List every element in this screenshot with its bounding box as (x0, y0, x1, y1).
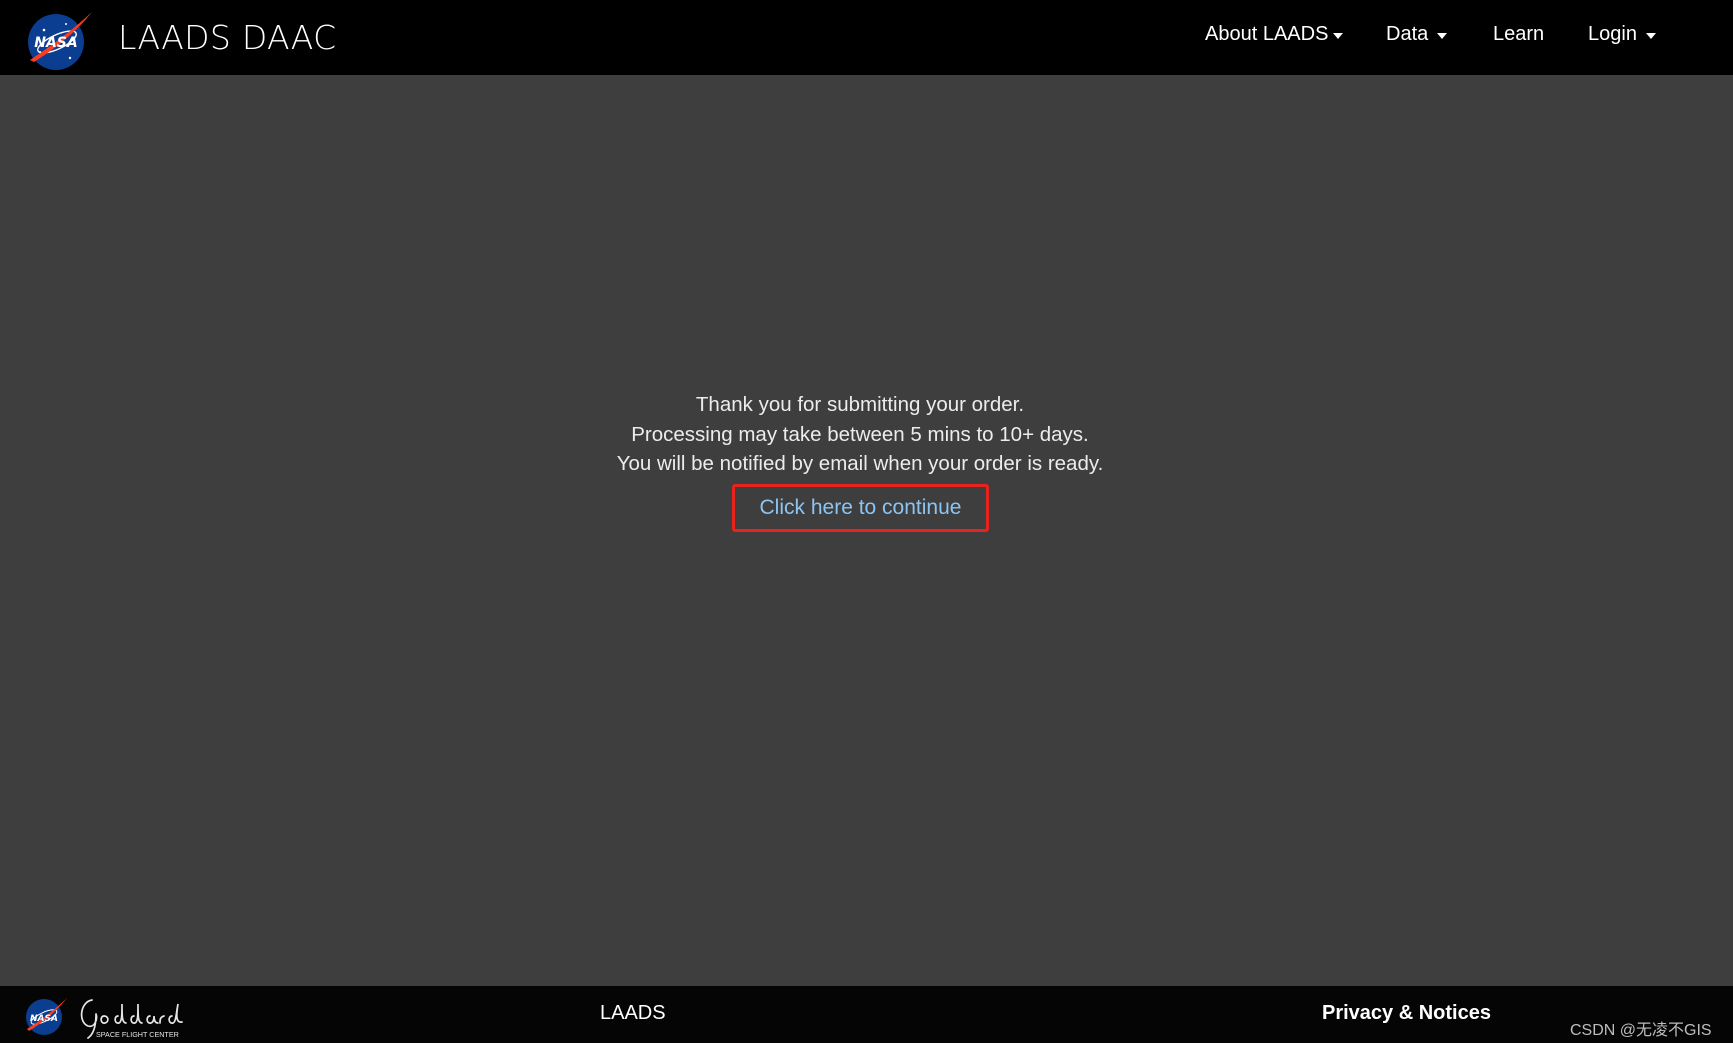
nav-login[interactable]: Login (1588, 23, 1656, 46)
nasa-meatball-logo-icon[interactable]: NASA (26, 4, 94, 72)
svg-text:SPACE FLIGHT CENTER: SPACE FLIGHT CENTER (96, 1030, 179, 1039)
order-confirmation-message: Thank you for submitting your order. Pro… (0, 390, 1720, 479)
nav-login-label: Login (1588, 23, 1637, 45)
caret-down-icon (1333, 32, 1344, 39)
nav-data-label: Data (1386, 23, 1429, 45)
continue-link[interactable]: Click here to continue (760, 496, 962, 520)
nav-learn-label: Learn (1493, 23, 1545, 45)
message-line-notify: You will be notified by email when your … (616, 452, 1104, 475)
continue-highlight-box: Click here to continue (732, 484, 989, 532)
message-line-thanks: Thank you for submitting your order. (695, 393, 1025, 416)
nav-learn[interactable]: Learn (1493, 23, 1544, 46)
caret-down-icon (1437, 32, 1448, 39)
watermark-text: CSDN @无凌不GIS (1570, 1022, 1712, 1039)
svg-text:NASA: NASA (34, 35, 77, 51)
message-line-processing: Processing may take between 5 mins to 10… (631, 422, 1089, 446)
svg-text:NASA: NASA (30, 1014, 58, 1024)
caret-down-icon (1645, 32, 1656, 39)
nav-about-laads[interactable]: About LAADS (1205, 23, 1344, 46)
page: NASA LAADS DAAC About LAADS Data Learn L… (0, 0, 1733, 1043)
brand[interactable]: NASA LAADS DAAC (26, 4, 336, 72)
top-navbar: NASA LAADS DAAC About LAADS Data Learn L… (0, 0, 1733, 75)
nav-about-laads-label: About LAADS (1205, 23, 1329, 45)
nasa-meatball-logo-icon[interactable]: NASA (24, 993, 68, 1037)
goddard-signature-logo-icon[interactable]: SPACE FLIGHT CENTER (74, 990, 194, 1042)
footer-laads-link[interactable]: LAADS (600, 1002, 666, 1025)
footer-privacy-link[interactable]: Privacy & Notices (1322, 1002, 1491, 1025)
site-title[interactable]: LAADS DAAC (118, 18, 336, 57)
nav-data[interactable]: Data (1386, 23, 1448, 46)
footer: NASA SPACE FLIGHT CENTER LAADS Privacy &… (0, 986, 1733, 1043)
